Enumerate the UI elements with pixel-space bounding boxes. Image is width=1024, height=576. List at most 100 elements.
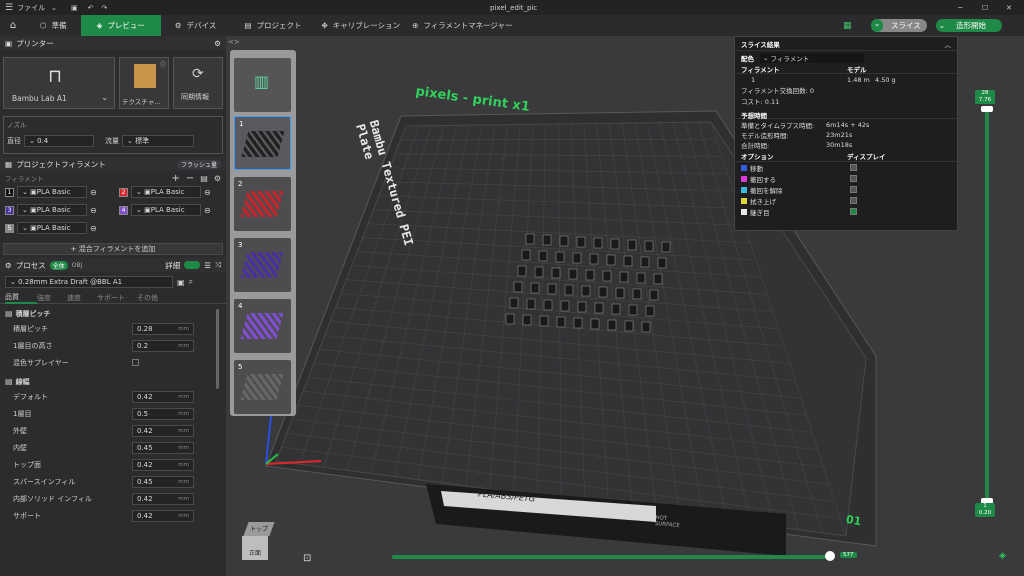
file-menu[interactable]: ファイル <box>17 3 45 13</box>
compare-icon[interactable]: ⤨ <box>215 260 221 270</box>
filament-select[interactable]: ⌄ ▣ PLA Basic <box>131 186 201 198</box>
print-button[interactable]: ⌄ 造形開始 <box>936 19 1002 32</box>
tab-project[interactable]: ▤ プロジェクト <box>230 15 315 36</box>
chevron-down-icon[interactable]: ⌄ <box>51 4 57 12</box>
layer-top-handle[interactable] <box>981 106 993 112</box>
tab-speed[interactable]: 速度 <box>67 293 97 303</box>
list-icon[interactable]: ☰ <box>204 261 211 270</box>
plate-card[interactable]: ⓘ テクスチャ... <box>119 57 169 109</box>
remove-icon[interactable]: ⊖ <box>90 224 97 233</box>
setting-input[interactable]: 0.2 mm <box>132 339 194 352</box>
save-icon[interactable]: ▣ <box>177 278 185 287</box>
add-icon[interactable]: + <box>171 173 179 184</box>
tab-others[interactable]: その他 <box>137 293 167 303</box>
tab-preview[interactable]: ◈ プレビュー <box>80 15 161 36</box>
setting-input[interactable]: 0.42 mm <box>132 509 194 522</box>
view-cube[interactable]: トップ 正面 <box>240 518 275 566</box>
option-checkbox[interactable] <box>850 175 857 182</box>
search-icon[interactable]: ⌕ <box>189 277 193 287</box>
undo-icon[interactable]: ↶ <box>88 4 94 12</box>
filament-slot[interactable]: 2 ⌄ ▣ PLA Basic ⊖ <box>119 185 225 199</box>
chevron-down-icon[interactable]: ⌄ <box>936 21 948 30</box>
filament-select[interactable]: ⌄ ▣ PLA Basic <box>17 186 87 198</box>
tab-strength[interactable]: 強度 <box>37 293 67 303</box>
layers-icon[interactable]: ◈ <box>999 551 1006 561</box>
process-tabs: 品質 強度 速度 サポート その他 <box>0 292 226 304</box>
layer-slider-track[interactable] <box>985 108 989 506</box>
tab-device[interactable]: ⚙ デバイス <box>161 15 231 36</box>
option-checkbox[interactable] <box>850 164 857 171</box>
collapse-icon[interactable]: <> <box>228 38 240 46</box>
setting-input[interactable]: 0.42 mm <box>132 424 194 437</box>
filament-select[interactable]: ⌄ ▣ PLA Basic <box>17 204 87 216</box>
option-checkbox[interactable] <box>850 186 857 193</box>
close-icon[interactable]: ✕ <box>1006 4 1012 12</box>
menu-icon[interactable]: ☰ <box>5 3 13 13</box>
adaptive-checkbox[interactable] <box>132 359 139 366</box>
option-checkbox[interactable] <box>850 208 857 215</box>
setting-input[interactable]: 0.42 mm <box>132 492 194 505</box>
filament-select[interactable]: ⌄ ▣ PLA Basic <box>131 204 201 216</box>
setting-input[interactable]: 0.45 mm <box>132 475 194 488</box>
remove-icon[interactable]: ⊖ <box>204 206 211 215</box>
thumb-all[interactable]: ▥ <box>234 58 291 112</box>
tab-support[interactable]: サポート <box>97 293 137 303</box>
remove-icon[interactable]: ⊖ <box>90 188 97 197</box>
filament-slot[interactable]: 1 ⌄ ▣ PLA Basic ⊖ <box>5 185 111 199</box>
slice-button[interactable]: ⌄ スライス <box>871 19 927 32</box>
printer-card[interactable]: ⊓ Bambu Lab A1 ⌄ <box>3 57 115 109</box>
home-icon[interactable]: ⌂ <box>0 20 26 31</box>
model-pixel <box>649 289 659 301</box>
add-mixed-filament-button[interactable]: + 混合フィラメントを追加 <box>3 243 223 255</box>
save-icon[interactable]: ▣ <box>71 4 78 12</box>
setting-input[interactable]: 0.42 mm <box>132 390 194 403</box>
diameter-select[interactable]: ⌄ 0.4 <box>24 135 94 147</box>
sync-card[interactable]: ⟳ 同期情報 <box>173 57 223 109</box>
detail-switch[interactable] <box>184 261 201 269</box>
sync-icon[interactable]: ▤ <box>200 174 208 183</box>
setting-input[interactable]: 0.45 mm <box>132 441 194 454</box>
thumb-plate[interactable]: 5 <box>234 360 291 414</box>
option-checkbox[interactable] <box>850 197 857 204</box>
tab-filament-manager[interactable]: ⊕ フィラメントマネージャー <box>406 15 518 36</box>
global-toggle[interactable]: 全体 <box>49 260 68 270</box>
fit-view-icon[interactable]: ⊡ <box>303 553 311 564</box>
chevron-down-icon[interactable]: ⌄ <box>871 19 883 32</box>
filament-slot[interactable]: 5 ⌄ ▣ PLA Basic ⊖ <box>5 221 111 235</box>
move-slider-track[interactable] <box>392 555 832 559</box>
color-mode-select[interactable]: ⌄ フィラメント <box>760 52 864 63</box>
redo-icon[interactable]: ↷ <box>101 4 107 12</box>
flush-button[interactable]: フラッシュ量 <box>176 159 221 169</box>
tab-quality[interactable]: 品質 <box>5 292 37 304</box>
remove-icon[interactable]: ⊖ <box>90 206 97 215</box>
thumb-plate[interactable]: 2 <box>234 177 291 231</box>
model-pixel <box>585 269 595 281</box>
process-scrollbar[interactable] <box>216 309 219 389</box>
remove-icon[interactable]: ⊖ <box>204 188 211 197</box>
process-profile-select[interactable]: ⌄ 0.28mm Extra Draft @BBL A1 <box>5 276 173 288</box>
setting-input[interactable]: 0.5 mm <box>132 407 194 420</box>
move-slider-handle[interactable] <box>825 551 835 561</box>
tab-calibration[interactable]: ✥ キャリブレーション <box>315 15 406 36</box>
filament-slot[interactable]: 4 ⌄ ▣ PLA Basic ⊖ <box>119 203 225 217</box>
plate-name: テクスチャ... <box>122 98 161 106</box>
thumb-plate[interactable]: 4 <box>234 299 291 353</box>
plate-view-icon[interactable]: ▦ <box>843 21 852 31</box>
gear-icon[interactable]: ⚙ <box>214 174 221 183</box>
gear-icon[interactable]: ⚙ <box>214 39 221 48</box>
cost: コスト: 0.11 <box>741 98 780 106</box>
setting-input[interactable]: 0.42 mm <box>132 458 194 471</box>
setting-input[interactable]: 0.28 mm <box>132 322 194 335</box>
filament-select[interactable]: ⌄ ▣ PLA Basic <box>17 222 87 234</box>
tab-prepare[interactable]: ⬡ 準備 <box>26 15 81 36</box>
maximize-icon[interactable]: ☐ <box>982 4 988 12</box>
minus-icon[interactable]: − <box>186 173 194 184</box>
minimize-icon[interactable]: ─ <box>958 4 962 12</box>
option-label: 撤回を解除 <box>750 186 783 195</box>
object-toggle[interactable]: OBJ <box>72 262 83 269</box>
thumb-plate[interactable]: 3 <box>234 238 291 292</box>
collapse-icon[interactable]: ︿ <box>945 39 952 49</box>
filament-slot[interactable]: 3 ⌄ ▣ PLA Basic ⊖ <box>5 203 111 217</box>
flow-select[interactable]: ⌄ 標準 <box>122 135 194 147</box>
thumb-plate[interactable]: 1 <box>234 116 291 170</box>
